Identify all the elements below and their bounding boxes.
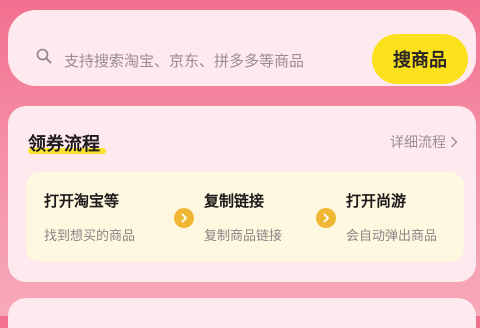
flow-title: 领券流程 xyxy=(28,134,100,155)
search-icon xyxy=(36,48,52,64)
search-button[interactable]: 搜商品 xyxy=(372,34,468,84)
steps-panel: 打开淘宝等 找到想买的商品 复制链接 复制商品链接 打开尚游 会自动弹出商品 xyxy=(26,172,464,262)
step-title: 复制链接 xyxy=(204,192,265,210)
step-desc: 找到想买的商品 xyxy=(44,229,136,244)
coupon-flow-card: 领券流程 详细流程 打开淘宝等 找到想买的商品 复制链接 复制商品链接 打开尚游… xyxy=(8,106,476,282)
arrow-right-circle-icon xyxy=(174,208,194,228)
step-open-taobao: 打开淘宝等 找到想买的商品 xyxy=(44,190,135,244)
detail-flow-label: 详细流程 xyxy=(390,135,446,151)
step-title: 打开尚游 xyxy=(346,192,407,210)
step-open-shangyou: 打开尚游 会自动弹出商品 xyxy=(346,190,437,244)
arrow-right-circle-icon xyxy=(316,208,336,228)
next-card xyxy=(8,298,476,328)
step-copy-link: 复制链接 复制商品链接 xyxy=(204,190,282,244)
detail-flow-link[interactable]: 详细流程 xyxy=(390,132,458,152)
search-bar[interactable]: 支持搜索淘宝、京东、拼多多等商品 搜商品 xyxy=(8,10,476,86)
step-desc: 复制商品链接 xyxy=(204,229,283,244)
chevron-right-icon xyxy=(451,136,458,148)
step-desc: 会自动弹出商品 xyxy=(346,229,438,244)
search-input[interactable]: 支持搜索淘宝、京东、拼多多等商品 xyxy=(64,50,304,71)
step-title: 打开淘宝等 xyxy=(44,192,120,210)
